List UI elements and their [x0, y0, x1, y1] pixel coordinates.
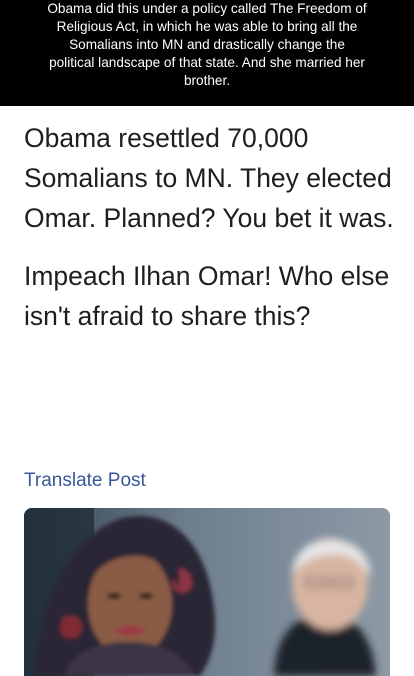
caption-line: Somalians into MN and drastically change… — [69, 37, 345, 52]
post-card: Obama resettled 70,000 Somalians to MN. … — [0, 106, 414, 676]
post-photo[interactable] — [24, 508, 390, 676]
post-paragraph: Impeach Ilhan Omar! Who else isn't afrai… — [24, 261, 390, 331]
caption-line: Religious Act, in which he was able to b… — [56, 19, 358, 34]
meme-caption: Obama did this under a policy called The… — [0, 0, 414, 106]
photo-illustration — [24, 508, 390, 676]
caption-line: political landscape of that state. And s… — [49, 55, 365, 70]
post-body: Obama resettled 70,000 Somalians to MN. … — [24, 118, 404, 336]
caption-line: Obama did this under a policy called The… — [47, 1, 367, 16]
post-paragraph: Obama resettled 70,000 Somalians to MN. … — [24, 123, 394, 233]
translate-post-link[interactable]: Translate Post — [24, 469, 146, 493]
caption-line: brother. — [183, 73, 231, 88]
